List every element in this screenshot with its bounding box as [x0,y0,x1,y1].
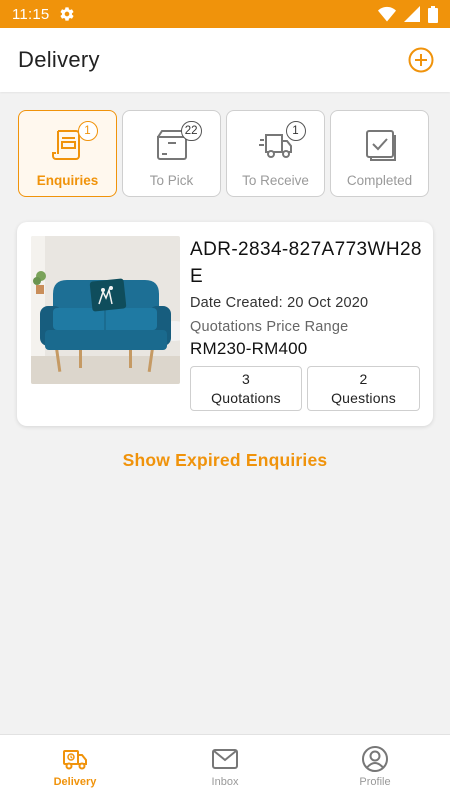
nav-item-profile[interactable]: Profile [300,735,450,800]
nav-label: Inbox [211,776,239,788]
enquiry-id: ADR-2834-827A773WH28E [190,239,422,287]
box-icon: 22 [154,121,202,163]
price-range-label: Quotations Price Range [190,319,349,335]
tab-completed[interactable]: Completed [330,110,429,197]
app-bar: Delivery [0,28,450,92]
price-range: RM230-RM400 [190,339,308,358]
signal-icon [404,6,420,22]
status-bar: 11:15 [0,0,450,28]
show-expired-enquiries-link[interactable]: Show Expired Enquiries [0,450,450,471]
battery-icon [428,5,438,23]
add-icon[interactable] [408,47,434,73]
enquiry-icon: 1 [50,121,98,163]
questions-button[interactable]: 2 Questions [307,366,420,411]
questions-count: 2 [359,370,368,387]
status-tabs: 1 Enquiries 22 To Pick 1 To Receive Comp… [18,110,429,197]
questions-label: Questions [331,389,396,406]
profile-icon [362,746,388,772]
tab-label: Completed [346,173,413,188]
nav-label: Delivery [53,776,97,788]
quotations-label: Quotations [211,389,281,406]
quotations-count: 3 [242,370,250,387]
enquiry-card[interactable]: ADR-2834-827A773WH28E Date Created: 20 O… [17,222,433,426]
tab-label: To Receive [242,173,309,188]
nav-item-inbox[interactable]: Inbox [150,735,300,800]
status-time: 11:15 [12,5,50,23]
tab-badge: 1 [77,121,98,141]
settings-icon [60,7,74,21]
tab-enquiries[interactable]: 1 Enquiries [18,110,117,197]
page-title: Delivery [18,47,100,72]
wifi-icon [378,6,396,22]
tab-label: Enquiries [36,173,99,188]
bottom-nav: Delivery Inbox Profile [0,734,450,800]
delivery-icon [63,750,87,770]
tab-badge: 22 [180,121,202,141]
mail-icon [212,749,238,769]
quotations-button[interactable]: 3 Quotations [190,366,302,411]
nav-label: Profile [359,776,391,788]
truck-icon: 1 [258,121,306,163]
status-icons [378,5,438,23]
tab-badge: 1 [285,121,306,141]
tab-to-receive[interactable]: 1 To Receive [226,110,325,197]
tab-label: To Pick [149,173,194,188]
tab-to-pick[interactable]: 22 To Pick [122,110,221,197]
completed-icon [362,127,398,163]
product-image [31,236,180,384]
date-created: Date Created: 20 Oct 2020 [190,295,369,311]
nav-item-delivery[interactable]: Delivery [0,735,150,800]
